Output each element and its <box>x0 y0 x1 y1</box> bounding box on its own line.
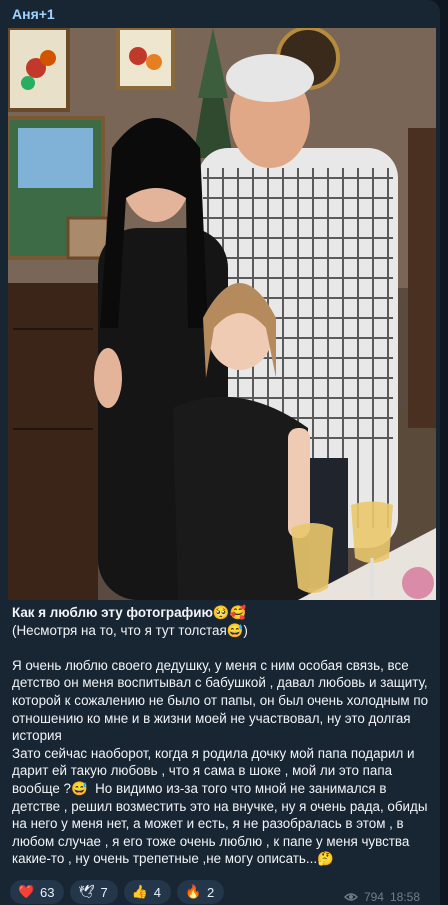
reaction-count: 4 <box>153 884 161 900</box>
message-subtitle: (Несмотря на то, что я тут толстая😅) <box>12 622 248 638</box>
message-paragraph-2: Зато сейчас наоборот, когда я родила доч… <box>12 745 432 867</box>
reaction-heart[interactable]: ❤️ 63 <box>10 880 65 904</box>
message-bubble: Аня+1 Как я люблю эту фотографию🥺🥰 (Несм… <box>0 0 440 905</box>
message-paragraph-1: Я очень люблю своего дедушку, у меня с н… <box>12 657 432 744</box>
heart-icon: ❤️ <box>18 884 35 899</box>
message-time: 18:58 <box>389 890 420 904</box>
reactions-bar: ❤️ 63 🕊 7 👍 4 🔥 2 <box>10 880 225 904</box>
thumbs-up-icon: 👍 <box>131 884 148 899</box>
message-title: Как я люблю эту фотографию🥺🥰 <box>12 605 247 620</box>
message-photo[interactable] <box>8 28 436 600</box>
reaction-fire[interactable]: 🔥 2 <box>176 880 225 904</box>
fire-icon: 🔥 <box>184 884 202 899</box>
message-meta: 794 18:58 <box>343 890 420 904</box>
eye-icon <box>343 893 358 901</box>
reaction-dove[interactable]: 🕊 7 <box>70 880 118 904</box>
family-photo-illustration <box>8 28 436 600</box>
chat-background-edge <box>440 0 448 905</box>
reaction-count: 63 <box>40 884 55 900</box>
reaction-count: 2 <box>206 884 215 900</box>
view-count: 794 <box>363 890 384 904</box>
message-text: Как я люблю эту фотографию🥺🥰 (Несмотря н… <box>12 604 432 868</box>
reaction-count: 7 <box>100 884 108 900</box>
dove-icon: 🕊 <box>78 884 95 899</box>
sender-name[interactable]: Аня+1 <box>12 6 55 22</box>
reaction-thumbs-up[interactable]: 👍 4 <box>123 880 171 904</box>
